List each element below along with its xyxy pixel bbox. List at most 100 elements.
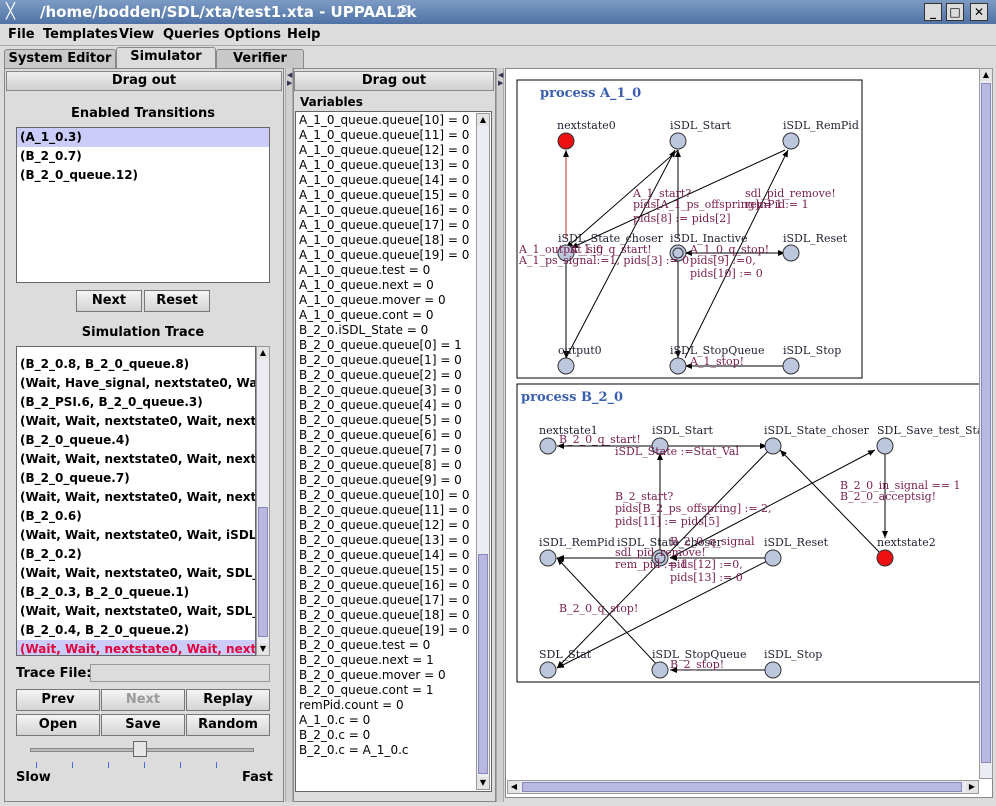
open-button[interactable]: Open	[16, 714, 100, 736]
trace-file-field[interactable]	[90, 664, 270, 682]
reset-button[interactable]: Reset	[144, 290, 210, 312]
scroll-thumb[interactable]	[981, 83, 991, 763]
list-item[interactable]: (B_2_0_queue.7)	[17, 469, 255, 488]
variable-row: B_2_0_queue.queue[11] = 0	[299, 503, 470, 517]
variable-row: A_1_0_queue.queue[11] = 0	[299, 128, 470, 142]
list-item-selected[interactable]: (Wait, Wait, nextstate0, Wait, nextstate	[17, 640, 255, 655]
edge-label: pids[11] := pids[5]	[615, 515, 720, 528]
state-label: SDL_Stat	[539, 648, 592, 661]
variable-row: A_1_0.c = 0	[299, 713, 371, 727]
menu-help[interactable]: Help	[287, 27, 320, 42]
variables-list[interactable]: A_1_0_queue.queue[10] = 0 A_1_0_queue.que…	[297, 113, 475, 790]
scroll-up-icon[interactable]: ▲	[257, 347, 269, 359]
variable-row: B_2_0_queue.queue[4] = 0	[299, 398, 462, 412]
next-button[interactable]: Next	[76, 290, 142, 312]
list-item[interactable]: (B_2_0.6)	[17, 507, 255, 526]
enabled-transitions-list[interactable]: (A_1_0.3) (B_2_0.7) (B_2_0_queue.12)	[16, 127, 270, 283]
variable-row: B_2_0_queue.queue[6] = 0	[299, 428, 462, 442]
replay-button[interactable]: Replay	[186, 689, 270, 711]
list-item[interactable]: (Wait, Wait, nextstate0, Wait, nextstate	[17, 488, 255, 507]
menu-options[interactable]: Options	[224, 27, 281, 42]
list-item[interactable]: (B_2_0.8, B_2_0_queue.8)	[17, 355, 255, 374]
save-button[interactable]: Save	[101, 714, 185, 736]
trace-scrollbar[interactable]: ▲ ▼	[256, 346, 270, 656]
simulation-trace-list[interactable]: (B_2_0.8, B_2_0_queue.8) (Wait, Have_sig…	[16, 346, 256, 656]
state-label: iSDL_Start	[652, 424, 713, 437]
list-item[interactable]: (B_2_0_queue.4)	[17, 431, 255, 450]
scroll-left-icon[interactable]: ◀	[508, 781, 520, 793]
edge-label: A_1_ps_signal:=1, pids[3] := 0	[518, 254, 689, 267]
process-a-title: process A_1_0	[540, 86, 641, 101]
prev-button[interactable]: Prev	[16, 689, 100, 711]
variable-row: A_1_0_queue.queue[16] = 0	[299, 203, 470, 217]
menu-templates[interactable]: Templates	[43, 27, 118, 42]
list-item[interactable]: (B_2_0.2)	[17, 545, 255, 564]
state-nextstate1	[539, 437, 557, 455]
drag-out-button-middle[interactable]: Drag out	[294, 71, 494, 91]
tab-system-editor[interactable]: System Editor	[4, 49, 116, 68]
close-button[interactable]: ✕	[970, 3, 988, 21]
list-item[interactable]: (Wait, Wait, nextstate0, Wait, nextstate	[17, 450, 255, 469]
state-isdl-state-choser-b	[764, 437, 782, 455]
maximize-button[interactable]: □	[946, 3, 964, 21]
split-divider-left[interactable]: ◀ ▶	[285, 68, 293, 802]
speed-slider-thumb[interactable]	[132, 741, 147, 757]
variable-row: B_2_0_queue.queue[0] = 1	[299, 338, 462, 352]
variable-row: remPid.count = 0	[299, 698, 404, 712]
list-item[interactable]: (B_2_0.7)	[17, 147, 269, 166]
state-label: iSDL_State_choser	[764, 424, 870, 437]
state-label: output0	[558, 344, 602, 357]
variable-row: B_2_0_queue.queue[3] = 0	[299, 383, 462, 397]
menu-queries[interactable]: Queries	[163, 27, 220, 42]
state-label: nextstate0	[557, 119, 616, 132]
edge-label: B_2_0_q_stop!	[559, 602, 638, 615]
minimize-button[interactable]: _	[924, 3, 942, 21]
list-item[interactable]: (B_2_PSI.6, B_2_0_queue.3)	[17, 393, 255, 412]
state-label: iSDL_Stop	[783, 344, 841, 357]
variable-row: A_1_0_queue.mover = 0	[299, 293, 446, 307]
list-item[interactable]: (B_2_0.4, B_2_0_queue.2)	[17, 621, 255, 640]
scroll-down-icon[interactable]: ▼	[477, 777, 489, 789]
scroll-up-icon[interactable]: ▲	[980, 69, 992, 81]
state-isdl-stop	[782, 357, 800, 375]
state-isdl-stopqueue-b	[651, 661, 669, 679]
tab-verifier[interactable]: Verifier	[216, 49, 304, 68]
state-isdl-stopqueue	[669, 357, 687, 375]
scroll-right-icon[interactable]: ▶	[966, 781, 978, 793]
list-item[interactable]: (Wait, Wait, nextstate0, Wait, nextstate	[17, 412, 255, 431]
variable-row: B_2_0_queue.queue[10] = 0	[299, 488, 470, 502]
fast-label: Fast	[242, 770, 273, 785]
scroll-down-icon[interactable]: ▼	[257, 643, 269, 655]
state-label: iSDL_Start	[670, 119, 731, 132]
variable-row: B_2_0.c = A_1_0.c	[299, 743, 409, 757]
scroll-thumb[interactable]	[478, 554, 488, 774]
canvas-hscrollbar[interactable]: ◀ ▶	[507, 780, 979, 794]
scroll-thumb[interactable]	[522, 782, 962, 792]
divider-arrow-icon: ◀ ▶	[498, 71, 504, 87]
list-item-partial	[17, 347, 255, 355]
variable-row: B_2_0_queue.queue[17] = 0	[299, 593, 470, 607]
variable-row: A_1_0_queue.queue[14] = 0	[299, 173, 470, 187]
menu-file[interactable]: File	[8, 27, 35, 42]
random-button[interactable]: Random	[186, 714, 270, 736]
list-item[interactable]: (Wait, Wait, nextstate0, Wait, SDL_Save	[17, 602, 255, 621]
drag-out-button-left[interactable]: Drag out	[6, 71, 282, 91]
scroll-up-icon[interactable]: ▲	[477, 114, 489, 126]
next-disabled-button[interactable]: Next	[101, 689, 185, 711]
menu-view[interactable]: View	[119, 27, 154, 42]
list-item[interactable]: (B_2_0.3, B_2_0_queue.1)	[17, 583, 255, 602]
variable-row: A_1_0_queue.queue[18] = 0	[299, 233, 470, 247]
state-nextstate2	[876, 549, 894, 567]
list-item[interactable]: (A_1_0.3)	[17, 128, 269, 147]
split-divider-right[interactable]: ◀ ▶	[496, 68, 504, 802]
variable-row: B_2_0_queue.queue[8] = 0	[299, 458, 462, 472]
list-item[interactable]: (B_2_0_queue.12)	[17, 166, 269, 185]
list-item[interactable]: (Wait, Wait, nextstate0, Wait, SDL_Stat,	[17, 564, 255, 583]
list-item[interactable]: (Wait, Wait, nextstate0, Wait, iSDL_Stat	[17, 526, 255, 545]
scroll-thumb[interactable]	[258, 507, 268, 637]
list-item[interactable]: (Wait, Have_signal, nextstate0, Wait, n	[17, 374, 255, 393]
canvas-vscrollbar[interactable]: ▲	[979, 68, 993, 779]
tab-simulator[interactable]: Simulator	[116, 47, 216, 68]
state-label: iSDL_Reset	[783, 232, 848, 245]
variables-scrollbar[interactable]: ▲ ▼	[476, 113, 490, 790]
